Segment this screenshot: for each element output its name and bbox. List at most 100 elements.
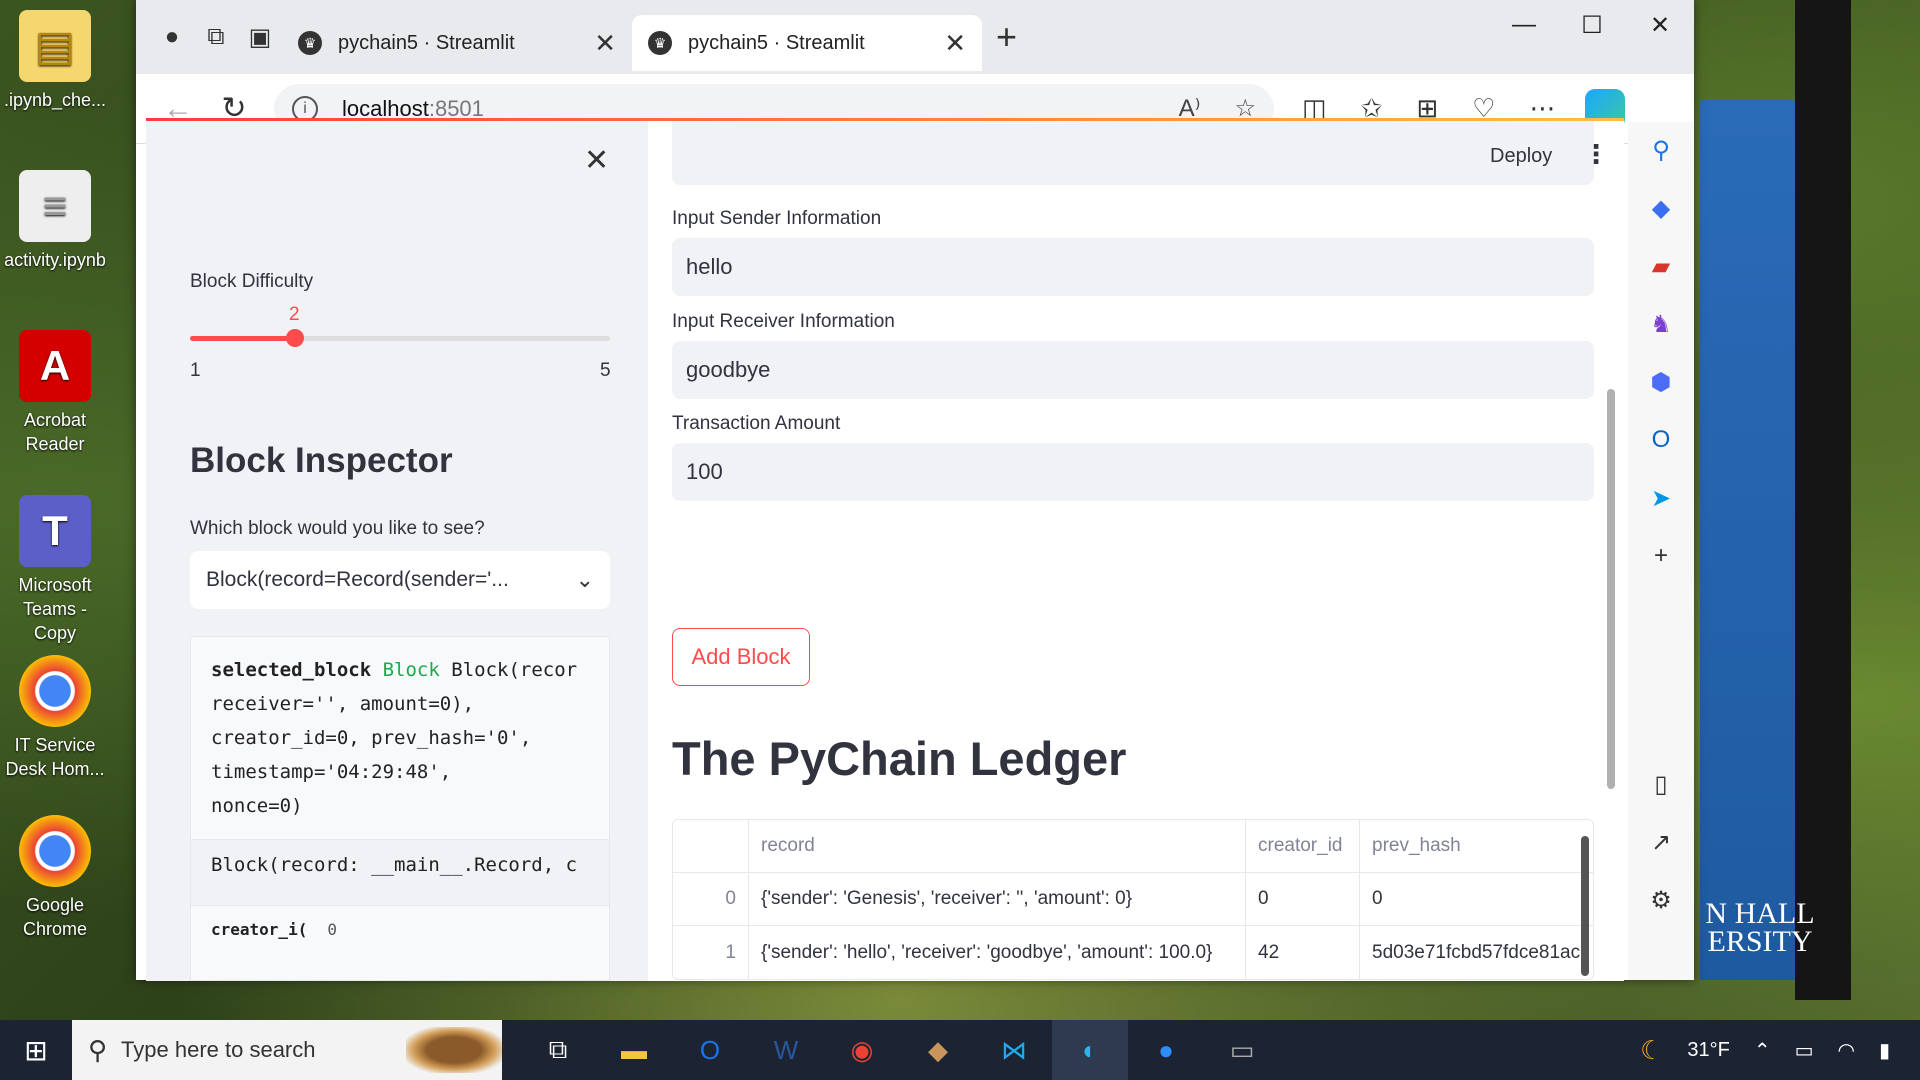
sidebar-layout-icon[interactable]: ▯ [1643, 766, 1679, 802]
document-icon: ≡ [19, 170, 91, 242]
attr-value: 0 [327, 920, 337, 939]
slider-current-value: 2 [289, 304, 300, 325]
sender-input[interactable]: hello [672, 238, 1594, 296]
slider-max: 5 [600, 360, 611, 381]
task-view-icon[interactable]: ⧉ [520, 1020, 596, 1080]
block-select[interactable]: Block(record=Record(sender='... ⌄ [190, 551, 610, 609]
table-row[interactable]: 0 {'sender': 'Genesis', 'receiver': '', … [673, 873, 1593, 926]
amount-input[interactable]: 100 [672, 443, 1594, 501]
browser-window: ● ⧉ ▣ ♛ pychain5 · Streamlit ✕ ♛ pychain… [136, 0, 1694, 981]
ledger-table[interactable]: record creator_id prev_hash 0 {'sender':… [672, 819, 1594, 980]
banner-text: N HALL ERSITY [1705, 897, 1815, 958]
deploy-button[interactable]: Deploy [1490, 145, 1552, 168]
tools-icon[interactable]: ▰ [1643, 248, 1679, 284]
edge-icon[interactable]: ◐ [1052, 1020, 1128, 1080]
minimize-icon[interactable]: — [1490, 0, 1558, 50]
send-icon[interactable]: ➤ [1643, 480, 1679, 516]
vertical-tabs-icon[interactable]: ▣ [238, 15, 282, 59]
desktop-icon-chrome[interactable]: Google Chrome [0, 815, 110, 941]
sender-label: Input Sender Information [672, 208, 882, 229]
settings-gear-icon[interactable]: ⚙ [1643, 882, 1679, 918]
slider-thumb[interactable] [286, 329, 304, 347]
header-prev-hash[interactable]: prev_hash [1360, 820, 1593, 872]
close-window-icon[interactable]: ✕ [1626, 0, 1694, 50]
cell-record[interactable]: {'sender': 'Genesis', 'receiver': '', 'a… [749, 873, 1246, 925]
chevron-up-icon[interactable]: ⌃ [1754, 1038, 1771, 1063]
wifi-icon[interactable]: ◠ [1838, 1038, 1855, 1063]
battery-icon[interactable]: ▭ [1795, 1038, 1814, 1063]
block-select-value: Block(record=Record(sender='... [206, 568, 509, 591]
taskbar-search[interactable]: ⚲ Type here to search [72, 1020, 502, 1080]
main-content: Deploy ⋮ Input Sender Information hello … [648, 121, 1624, 981]
cell-creator-id[interactable]: 42 [1246, 926, 1360, 979]
table-scrollbar[interactable] [1581, 836, 1589, 976]
difficulty-slider[interactable] [190, 329, 610, 347]
desktop-icon-label: .ipynb_che... [3, 90, 107, 110]
weather-temp[interactable]: 31°F [1687, 1039, 1729, 1062]
outlook-icon[interactable]: O [1643, 422, 1679, 458]
close-sidebar-icon[interactable]: ✕ [584, 143, 609, 178]
vscode-icon[interactable]: ⋈ [976, 1020, 1052, 1080]
block-inspector-title: Block Inspector [190, 441, 453, 480]
desktop-icon-acrobat[interactable]: A Acrobat Reader [0, 330, 110, 456]
close-tab-icon[interactable]: ✕ [594, 28, 616, 59]
receiver-input[interactable]: goodbye [672, 341, 1594, 399]
cell-prev-hash[interactable]: 0 [1360, 873, 1593, 925]
add-block-button[interactable]: Add Block [672, 628, 810, 686]
close-tab-icon[interactable]: ✕ [944, 28, 966, 59]
header-record[interactable]: record [749, 820, 1246, 872]
weather-moon-icon[interactable]: ☾ [1640, 1035, 1663, 1066]
chrome-icon [19, 815, 91, 887]
row-index: 0 [673, 873, 749, 925]
desktop-icon-folder[interactable]: ▤ .ipynb_che... [0, 10, 110, 112]
app-menu-icon[interactable]: ⋮ [1583, 139, 1609, 170]
external-link-icon[interactable]: ↗ [1643, 824, 1679, 860]
header-creator-id[interactable]: creator_id [1246, 820, 1360, 872]
streamlit-favicon-icon: ♛ [648, 31, 672, 55]
terminal-icon[interactable]: ▭ [1204, 1020, 1280, 1080]
microsoft365-icon[interactable]: ⬢ [1643, 364, 1679, 400]
tab-pychain-2[interactable]: ♛ pychain5 · Streamlit ✕ [632, 15, 982, 71]
previous-input-field[interactable] [672, 121, 1594, 185]
chevron-down-icon: ⌄ [575, 567, 594, 592]
cell-record[interactable]: {'sender': 'hello', 'receiver': 'goodbye… [749, 926, 1246, 979]
search-icon: ⚲ [88, 1034, 108, 1065]
games-icon[interactable]: ♞ [1643, 306, 1679, 342]
page-scrollbar[interactable] [1607, 389, 1615, 789]
inspect-code: selected_block Block Block(recor receive… [191, 637, 609, 839]
search-icon[interactable]: ⚲ [1643, 132, 1679, 168]
new-tab-button[interactable]: + [996, 16, 1017, 58]
code-line: receiver='', amount=0), [211, 693, 475, 715]
windows-start-icon[interactable]: ⊞ [0, 1020, 72, 1080]
code-line: Block(recor [439, 659, 578, 681]
outlook-icon[interactable]: O [672, 1020, 748, 1080]
attr-name: creator_i( [211, 920, 308, 939]
block-select-label: Which block would you like to see? [190, 518, 485, 539]
lamp-pole [1795, 0, 1851, 1000]
tab-pychain-1[interactable]: ♛ pychain5 · Streamlit ✕ [282, 15, 632, 71]
app-box-icon[interactable]: ◆ [900, 1020, 976, 1080]
microphone-icon[interactable]: ▮ [1879, 1038, 1890, 1063]
edge-sidebar: ⚲ ◆ ▰ ♞ ⬢ O ➤ + ▯ ↗ ⚙ [1628, 122, 1694, 980]
cell-creator-id[interactable]: 0 [1246, 873, 1360, 925]
desktop-icon-activity[interactable]: ≡ activity.ipynb [0, 170, 110, 272]
tab-title: pychain5 · Streamlit [688, 31, 865, 54]
add-sidebar-app-icon[interactable]: + [1643, 538, 1679, 574]
desktop-icon-it-service[interactable]: IT Service Desk Hom... [0, 655, 110, 781]
shopping-tag-icon[interactable]: ◆ [1643, 190, 1679, 226]
desktop-icon-teams[interactable]: T Microsoft Teams - Copy [0, 495, 110, 645]
ledger-title: The PyChain Ledger [672, 732, 1127, 785]
cell-prev-hash[interactable]: 5d03e71fcbd57fdce81ac [1360, 926, 1593, 979]
zoom-icon[interactable]: ● [1128, 1020, 1204, 1080]
profile-icon[interactable]: ● [150, 15, 194, 59]
code-line: nonce=0) [211, 795, 303, 817]
code-var-name: selected_block [211, 659, 372, 681]
desktop-icon-label: Google Chrome [22, 895, 88, 939]
receiver-label: Input Receiver Information [672, 311, 895, 332]
word-icon[interactable]: W [748, 1020, 824, 1080]
maximize-icon[interactable]: ☐ [1558, 0, 1626, 50]
table-row[interactable]: 1 {'sender': 'hello', 'receiver': 'goodb… [673, 926, 1593, 979]
collections-icon[interactable]: ⧉ [194, 15, 238, 59]
chrome-icon[interactable]: ◉ [824, 1020, 900, 1080]
file-explorer-icon[interactable]: ▬ [596, 1020, 672, 1080]
